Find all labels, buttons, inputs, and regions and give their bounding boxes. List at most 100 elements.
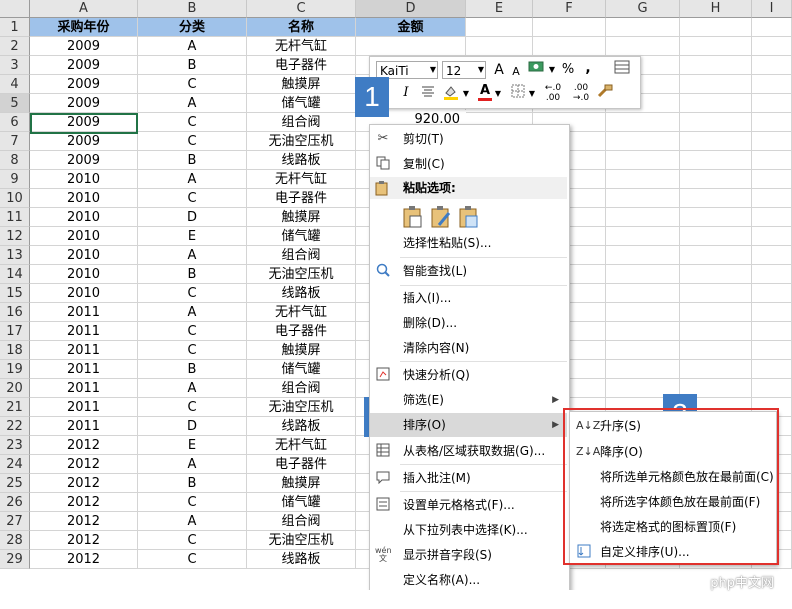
menu-item-filter[interactable]: 筛选(E) ▶ [370,388,567,412]
table-cell[interactable]: 组合阀 [247,113,356,132]
table-cell[interactable]: 储气罐 [247,94,356,113]
table-cell[interactable]: 2011 [30,417,138,436]
menu-item-cut[interactable]: ✂ 剪切(T) [370,127,567,151]
table-cell[interactable]: C [138,75,247,94]
menu-item-paste-special[interactable]: 选择性粘贴(S)... [370,231,567,255]
empty-cell[interactable] [606,37,680,56]
empty-cell[interactable] [752,227,792,246]
empty-cell[interactable] [606,341,680,360]
column-header[interactable]: C [247,0,356,18]
table-cell[interactable]: 2009 [30,75,138,94]
empty-cell[interactable] [606,151,680,170]
column-header[interactable]: B [138,0,247,18]
table-cell[interactable]: 2012 [30,493,138,512]
table-cell[interactable]: C [138,284,247,303]
table-cell[interactable]: C [138,550,247,569]
table-cell[interactable]: E [138,436,247,455]
column-header[interactable]: G [606,0,680,18]
table-cell[interactable]: 2012 [30,474,138,493]
grow-font-button[interactable]: A [492,61,506,79]
menu-item-smart-lookup[interactable]: 智能查找(L) [370,259,567,283]
row-header[interactable]: 21 [0,398,30,417]
empty-cell[interactable] [606,284,680,303]
menu-item-format-cells[interactable]: 设置单元格格式(F)... [370,493,567,517]
menu-item-quick-analysis[interactable]: 快速分析(Q) [370,363,567,387]
empty-cell[interactable] [680,265,752,284]
header-cell[interactable]: 分类 [138,18,247,37]
table-cell[interactable]: 2009 [30,56,138,75]
table-cell[interactable]: 2012 [30,436,138,455]
row-header[interactable]: 11 [0,208,30,227]
table-cell[interactable]: 2009 [30,132,138,151]
row-header[interactable]: 22 [0,417,30,436]
table-cell[interactable]: 无杆气缸 [247,303,356,322]
table-cell[interactable]: 线路板 [247,417,356,436]
table-cell[interactable]: 2009 [30,37,138,56]
select-all-corner[interactable] [0,0,30,18]
table-cell[interactable]: B [138,56,247,75]
empty-cell[interactable] [680,170,752,189]
row-header[interactable]: 29 [0,550,30,569]
borders-icon[interactable] [510,84,526,102]
table-cell[interactable]: 2010 [30,246,138,265]
currency-dropdown-icon[interactable]: ▼ [548,61,556,79]
menu-item-pick-from-list[interactable]: 从下拉列表中选择(K)... [370,518,567,542]
column-header[interactable]: F [533,0,606,18]
paste-picture-icon[interactable] [458,205,480,229]
row-header[interactable]: 7 [0,132,30,151]
empty-cell[interactable] [680,246,752,265]
table-cell[interactable]: 2012 [30,512,138,531]
table-cell[interactable]: 2011 [30,322,138,341]
table-cell[interactable]: C [138,493,247,512]
row-header[interactable]: 19 [0,360,30,379]
table-cell[interactable]: 2011 [30,360,138,379]
table-cell[interactable]: 2012 [30,531,138,550]
fill-color-icon[interactable] [442,84,460,102]
table-cell[interactable]: B [138,151,247,170]
table-cell[interactable]: 2012 [30,455,138,474]
table-cell[interactable]: C [138,398,247,417]
empty-cell[interactable] [680,37,752,56]
table-cell[interactable]: 2009 [30,151,138,170]
table-cell[interactable]: 无杆气缸 [247,170,356,189]
empty-cell[interactable] [606,170,680,189]
font-color-button[interactable]: A [478,83,492,101]
table-cell[interactable]: 触摸屏 [247,208,356,227]
paste-formulas-icon[interactable] [430,205,452,229]
table-cell[interactable]: 电子器件 [247,322,356,341]
empty-cell[interactable] [680,132,752,151]
empty-cell[interactable] [680,341,752,360]
paste-icon[interactable] [402,205,424,229]
fill-color-dropdown-icon[interactable]: ▼ [462,85,470,103]
font-dropdown-icon[interactable]: ▼ [428,61,438,79]
table-cell[interactable]: B [138,265,247,284]
empty-cell[interactable] [680,284,752,303]
column-header[interactable]: D [356,0,466,18]
table-cell[interactable]: A [138,94,247,113]
empty-cell[interactable] [752,189,792,208]
table-cell[interactable]: 2010 [30,208,138,227]
row-header[interactable]: 8 [0,151,30,170]
comma-style-button[interactable]: , [582,59,594,77]
table-cell[interactable]: C [138,132,247,151]
menu-item-copy[interactable]: 复制(C) [370,152,567,176]
table-cell[interactable]: 线路板 [247,284,356,303]
table-cell[interactable]: 触摸屏 [247,341,356,360]
format-painter-icon[interactable] [596,83,614,101]
table-cell[interactable]: B [138,360,247,379]
empty-cell[interactable] [466,37,533,56]
table-cell[interactable]: 线路板 [247,550,356,569]
empty-cell[interactable] [606,189,680,208]
empty-cell[interactable] [680,94,752,113]
empty-cell[interactable] [606,208,680,227]
table-cell[interactable]: C [138,113,247,132]
header-cell[interactable]: 金额 [356,18,466,37]
increase-decimal-icon[interactable]: ←.0.00 [540,83,566,103]
table-cell[interactable]: C [138,531,247,550]
table-cell[interactable]: 储气罐 [247,360,356,379]
empty-cell[interactable] [680,189,752,208]
table-cell[interactable]: A [138,455,247,474]
empty-cell[interactable] [752,284,792,303]
menu-item-get-data[interactable]: 从表格/区域获取数据(G)... [370,439,567,463]
font-color-dropdown-icon[interactable]: ▼ [494,85,502,103]
